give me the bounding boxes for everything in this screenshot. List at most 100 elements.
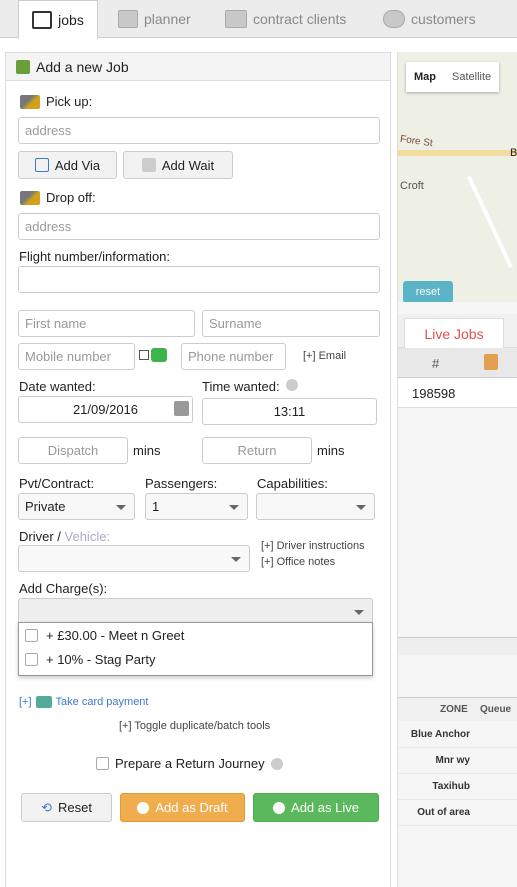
- add-live-button[interactable]: Add as Live: [253, 793, 379, 822]
- return-journey-row[interactable]: Prepare a Return Journey: [96, 756, 283, 771]
- time-input[interactable]: 13:11: [202, 398, 377, 425]
- horizontal-scrollbar[interactable]: [398, 637, 517, 655]
- mobile-input[interactable]: Mobile number: [18, 343, 135, 370]
- passengers-select[interactable]: 1: [145, 493, 248, 520]
- map[interactable]: Map Satellite Fore St B Croft reset: [398, 52, 517, 302]
- date-value: 21/09/2016: [72, 402, 139, 417]
- office-notes-link[interactable]: [+] Office notes: [261, 556, 335, 568]
- charge-option[interactable]: + 10% - Stag Party: [19, 647, 372, 671]
- driver-vehicle-label: Driver / Vehicle:: [19, 529, 110, 544]
- plane-icon: [20, 190, 40, 205]
- plane-icon: [20, 94, 40, 109]
- add-wait-button[interactable]: Add Wait: [123, 151, 233, 179]
- sms-checkbox[interactable]: [139, 350, 149, 360]
- refresh-icon: ⟲: [41, 799, 52, 815]
- dropoff-placeholder: address: [25, 219, 72, 234]
- time-label: Time wanted:: [202, 379, 298, 394]
- zone-row: Out of area: [398, 800, 517, 826]
- zone-row: Taxihub: [398, 774, 517, 800]
- pickup-label-text: Pick up:: [46, 94, 93, 109]
- help-icon: [270, 757, 283, 770]
- pickup-placeholder: address: [25, 123, 72, 138]
- column-id-header: #: [432, 356, 440, 371]
- phone-input[interactable]: Phone number: [181, 343, 286, 370]
- add-via-label: Add Via: [54, 157, 101, 173]
- sms-icon: [151, 348, 167, 362]
- add-email-link[interactable]: [+] Email: [303, 350, 346, 362]
- zone-name: Blue Anchor: [410, 729, 470, 740]
- tab-customers[interactable]: customers: [383, 0, 476, 38]
- calendar-icon: [32, 11, 53, 29]
- tab-live-jobs[interactable]: Live Jobs: [404, 318, 504, 349]
- driver-select[interactable]: [18, 545, 250, 572]
- add-draft-label: Add as Draft: [155, 800, 228, 815]
- flight-input[interactable]: [18, 266, 380, 293]
- tab-planner-label: planner: [144, 11, 191, 27]
- toggle-duplicate-link[interactable]: [+] Toggle duplicate/batch tools: [119, 720, 270, 732]
- pvt-contract-label: Pvt/Contract:: [19, 476, 95, 491]
- date-input[interactable]: 21/09/2016: [18, 396, 193, 423]
- zone-name: Mnr wy: [435, 755, 470, 766]
- return-journey-checkbox[interactable]: [96, 757, 109, 770]
- chevron-down-icon: [231, 557, 241, 562]
- tab-jobs[interactable]: jobs: [18, 0, 98, 39]
- tab-contract-clients[interactable]: contract clients: [225, 0, 346, 38]
- add-draft-button[interactable]: Add as Draft: [120, 793, 245, 822]
- tab-jobs-label: jobs: [58, 12, 84, 28]
- charge-option-label: + 10% - Stag Party: [46, 651, 156, 667]
- satellite-button[interactable]: Satellite: [444, 71, 499, 83]
- map-road: [467, 175, 513, 269]
- pvt-contract-select[interactable]: Private: [18, 493, 135, 520]
- dispatch-input[interactable]: Dispatch: [18, 437, 128, 464]
- charges-select[interactable]: [18, 598, 373, 625]
- dispatch-mins-label: mins: [133, 443, 161, 458]
- add-wait-label: Add Wait: [161, 157, 215, 173]
- return-input[interactable]: Return: [202, 437, 312, 464]
- chevron-down-icon: [116, 505, 126, 510]
- map-reset-button[interactable]: reset: [403, 281, 453, 302]
- take-card-payment-link[interactable]: [+] Take card payment: [19, 696, 148, 708]
- table-row[interactable]: 198598: [398, 378, 517, 408]
- driver-instructions-link[interactable]: [+] Driver instructions: [261, 540, 365, 552]
- tab-planner[interactable]: planner: [118, 0, 191, 38]
- plus-circle-icon: [273, 801, 286, 814]
- pickup-address-input[interactable]: address: [18, 117, 380, 144]
- people-icon: [225, 10, 247, 28]
- dispatch-placeholder: Dispatch: [47, 443, 99, 458]
- return-mins-label: mins: [317, 443, 345, 458]
- map-label: Fore St: [399, 133, 434, 150]
- zone-name: Taxihub: [432, 781, 470, 792]
- passengers-label: Passengers:: [145, 476, 218, 491]
- dropoff-address-input[interactable]: address: [18, 213, 380, 240]
- return-placeholder: Return: [237, 443, 277, 458]
- capabilities-select[interactable]: [256, 493, 375, 520]
- plus-circle-icon: [137, 801, 150, 814]
- zone-column-header: ZONE: [440, 704, 468, 715]
- time-value: 13:11: [273, 404, 306, 419]
- capabilities-label: Capabilities:: [257, 476, 328, 491]
- right-column: Map Satellite Fore St B Croft reset Live…: [397, 52, 517, 887]
- map-road: [398, 150, 517, 156]
- charge-checkbox[interactable]: [25, 628, 38, 642]
- notes-icon: [484, 354, 498, 370]
- customer-icon: [383, 10, 405, 28]
- charge-checkbox[interactable]: [25, 652, 38, 666]
- return-journey-label: Prepare a Return Journey: [115, 756, 265, 771]
- chevron-down-icon: [229, 505, 239, 510]
- help-icon: [285, 379, 298, 391]
- external-link-icon: [34, 158, 49, 172]
- phone-placeholder: Phone number: [188, 349, 274, 364]
- reset-button[interactable]: ⟲ Reset: [21, 793, 112, 822]
- live-jobs-header: #: [398, 348, 517, 378]
- map-button[interactable]: Map: [406, 71, 444, 83]
- charge-option[interactable]: + £30.00 - Meet n Greet: [19, 623, 372, 647]
- add-via-button[interactable]: Add Via: [18, 151, 117, 179]
- zone-row: Blue Anchor: [398, 722, 517, 748]
- surname-input[interactable]: Surname: [202, 310, 380, 337]
- first-name-input[interactable]: First name: [18, 310, 195, 337]
- map-label: B: [510, 147, 517, 159]
- tab-customers-label: customers: [411, 11, 476, 27]
- driver-label: Driver /: [19, 529, 61, 544]
- dropoff-label: Drop off:: [20, 190, 96, 205]
- calendar-picker-icon[interactable]: [174, 401, 189, 416]
